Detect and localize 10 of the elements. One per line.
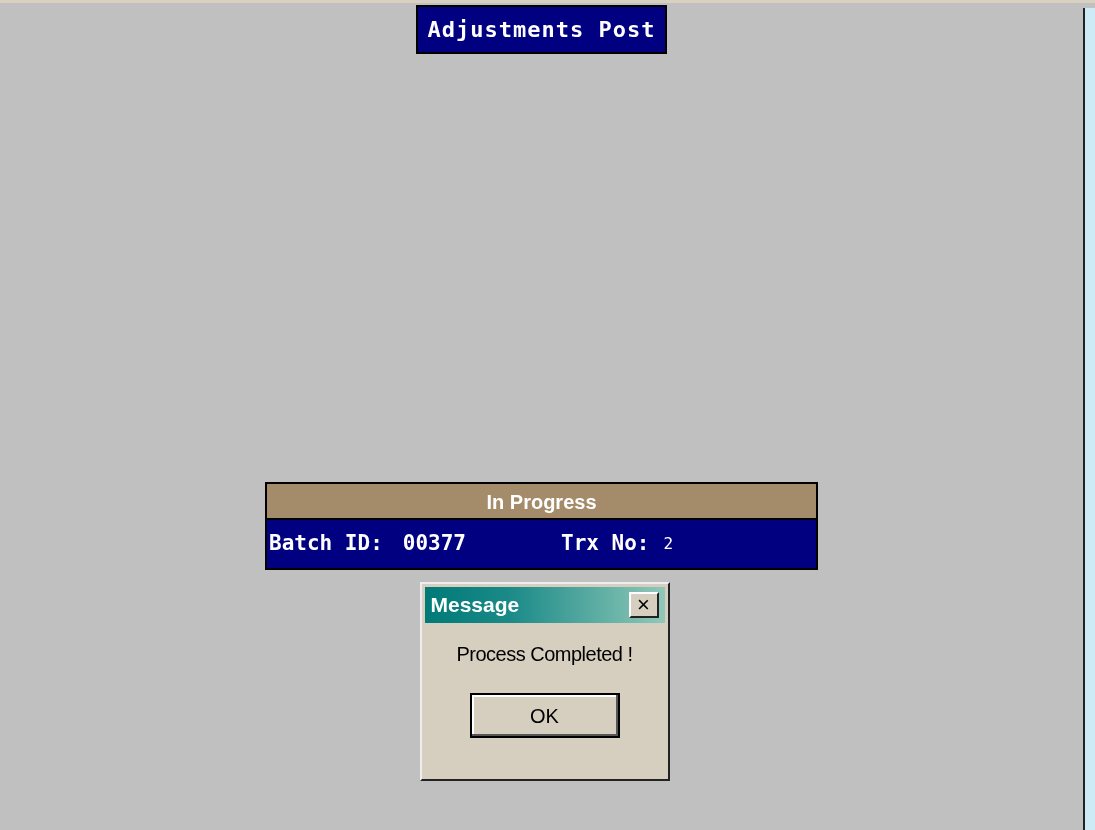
batch-value: 00377	[402, 530, 466, 558]
trx-value: 2	[663, 533, 674, 555]
dialog-title: Message	[430, 592, 520, 619]
trx-label: Trx No:	[561, 530, 650, 558]
window-title: Adjustments Post	[415, 5, 668, 54]
batch-label: Batch ID:	[269, 530, 383, 558]
ok-button[interactable]: OK	[469, 693, 620, 738]
progress-heading: In Progress	[267, 484, 816, 520]
dialog-message: Process Completed !	[456, 642, 633, 667]
close-button[interactable]: ×	[628, 592, 659, 618]
